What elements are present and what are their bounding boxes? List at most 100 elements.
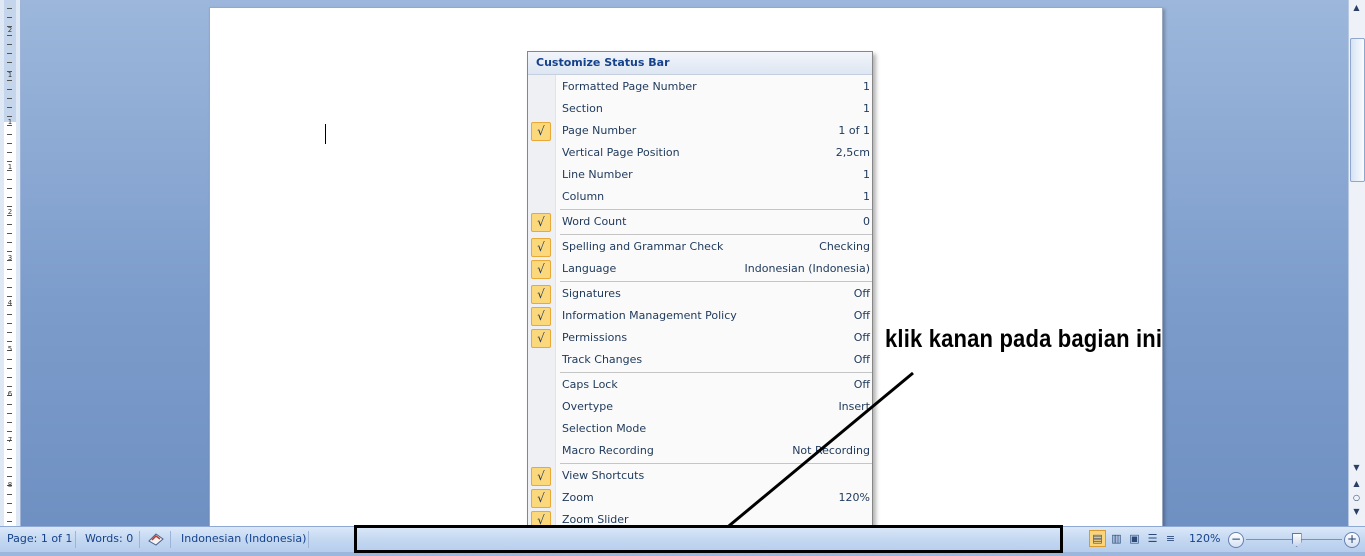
menu-item-macro-recording[interactable]: Macro Recording Not Recording <box>528 440 872 462</box>
menu-item-view-shortcuts[interactable]: √ View Shortcuts <box>528 465 872 487</box>
ruler-tick <box>7 458 12 459</box>
ruler-number: 1 <box>7 118 13 126</box>
ruler-tick <box>7 197 12 198</box>
ruler-tick <box>7 116 12 117</box>
ruler-tick <box>7 62 12 63</box>
ruler-tick <box>7 161 12 162</box>
status-divider <box>75 531 76 548</box>
menu-item-spelling-and-grammar-check[interactable]: √ Spelling and Grammar Check Checking <box>528 236 872 258</box>
next-page-icon[interactable]: ▼ <box>1350 506 1363 518</box>
ruler-tick <box>7 404 12 405</box>
web-layout-icon[interactable]: ▣ <box>1126 530 1143 547</box>
menu-item-value: Off <box>853 287 870 300</box>
menu-item-permissions[interactable]: √ Permissions Off <box>528 327 872 349</box>
menu-item-label: Column <box>562 190 605 203</box>
ruler-tick <box>7 251 12 252</box>
vertical-scrollbar[interactable]: ▲ ▼ ▲ ○ ▼ <box>1348 0 1365 526</box>
checkmark-icon: √ <box>531 213 551 232</box>
zoom-in-icon[interactable]: + <box>1344 532 1360 548</box>
checkmark-icon: √ <box>531 122 551 141</box>
menu-item-line-number[interactable]: Line Number 1 <box>528 164 872 186</box>
menu-item-label: Permissions <box>562 331 628 344</box>
menu-item-label: Vertical Page Position <box>562 146 680 159</box>
zoom-slider[interactable]: − + <box>1228 532 1362 548</box>
ruler-number: 2 <box>7 26 13 34</box>
ruler-tick <box>7 8 12 9</box>
menu-item-formatted-page-number[interactable]: Formatted Page Number 1 <box>528 76 872 98</box>
menu-item-label: Formatted Page Number <box>562 80 697 93</box>
menu-item-selection-mode[interactable]: Selection Mode <box>528 418 872 440</box>
menu-item-value: 1 of 1 <box>838 124 870 137</box>
menu-item-section[interactable]: Section 1 <box>528 98 872 120</box>
menu-item-label: Overtype <box>562 400 614 413</box>
menu-item-value: 1 <box>863 102 870 115</box>
print-layout-icon[interactable]: ▤ <box>1089 530 1106 547</box>
draft-icon[interactable]: ≡ <box>1162 530 1179 547</box>
full-screen-reading-icon[interactable]: ▥ <box>1108 530 1125 547</box>
zoom-thumb[interactable] <box>1291 533 1302 547</box>
ruler-number: 5 <box>7 345 13 353</box>
select-browse-object-icon[interactable]: ○ <box>1350 492 1363 504</box>
ruler-tick <box>7 80 12 81</box>
scrollbar-thumb[interactable] <box>1350 38 1365 182</box>
ruler-tick <box>7 269 12 270</box>
menu-item-value: Off <box>853 353 870 366</box>
outline-icon[interactable]: ☰ <box>1144 530 1161 547</box>
scroll-up-icon[interactable]: ▲ <box>1350 2 1363 14</box>
ruler-tick <box>7 188 12 189</box>
menu-separator <box>560 372 872 373</box>
menu-separator <box>560 463 872 464</box>
zoom-out-icon[interactable]: − <box>1228 532 1244 548</box>
checkmark-icon: √ <box>531 307 551 326</box>
status-page-number[interactable]: Page: 1 of 1 <box>7 527 72 552</box>
vertical-ruler[interactable]: 2 1 1 1 2 3 4 5 6 7 8 <box>0 0 21 526</box>
menu-item-track-changes[interactable]: Track Changes Off <box>528 349 872 371</box>
ruler-tick <box>7 377 12 378</box>
menu-item-value: Checking <box>819 240 870 253</box>
ruler-tick <box>7 512 12 513</box>
ruler-tick <box>7 287 12 288</box>
ruler-number: 3 <box>7 254 13 262</box>
menu-item-word-count[interactable]: √ Word Count 0 <box>528 211 872 233</box>
ruler-number: 4 <box>7 299 13 307</box>
menu-item-label: Macro Recording <box>562 444 654 457</box>
ruler-tick <box>7 224 12 225</box>
menu-item-zoom[interactable]: √ Zoom 120% <box>528 487 872 509</box>
ruler-number: 2 <box>7 208 13 216</box>
menu-item-overtype[interactable]: Overtype Insert <box>528 396 872 418</box>
menu-item-caps-lock[interactable]: Caps Lock Off <box>528 374 872 396</box>
menu-item-vertical-page-position[interactable]: Vertical Page Position 2,5cm <box>528 142 872 164</box>
ruler-tick <box>7 233 12 234</box>
menu-item-label: Page Number <box>562 124 637 137</box>
ruler-tick <box>7 521 12 522</box>
ruler-number: 6 <box>7 390 13 398</box>
menu-item-value: 2,5cm <box>835 146 870 159</box>
checkmark-icon: √ <box>531 467 551 486</box>
previous-page-icon[interactable]: ▲ <box>1350 478 1363 490</box>
ruler-tick <box>7 53 12 54</box>
menu-item-signatures[interactable]: √ Signatures Off <box>528 283 872 305</box>
scroll-down-icon[interactable]: ▼ <box>1350 462 1363 474</box>
menu-item-label: Language <box>562 262 617 275</box>
menu-item-label: Word Count <box>562 215 627 228</box>
ruler-tick <box>7 422 12 423</box>
status-word-count[interactable]: Words: 0 <box>85 527 133 552</box>
menu-item-value: Off <box>853 378 870 391</box>
menu-item-page-number[interactable]: √ Page Number 1 of 1 <box>528 120 872 142</box>
ruler-tick <box>7 296 12 297</box>
ruler-tick <box>7 476 12 477</box>
proofing-book-icon[interactable] <box>147 527 165 552</box>
status-divider <box>139 531 140 548</box>
menu-item-information-management-policy[interactable]: √ Information Management Policy Off <box>528 305 872 327</box>
menu-item-label: View Shortcuts <box>562 469 645 482</box>
ruler-tick <box>7 17 12 18</box>
ruler-tick <box>7 323 12 324</box>
menu-item-language[interactable]: √ Language Indonesian (Indonesia) <box>528 258 872 280</box>
menu-separator <box>560 281 872 282</box>
status-language[interactable]: Indonesian (Indonesia) <box>181 527 306 552</box>
ruler-tick <box>7 494 12 495</box>
ruler-tick <box>7 134 12 135</box>
menu-item-column[interactable]: Column 1 <box>528 186 872 208</box>
zoom-level[interactable]: 120% <box>1189 527 1220 552</box>
ruler-number: 7 <box>7 436 13 444</box>
